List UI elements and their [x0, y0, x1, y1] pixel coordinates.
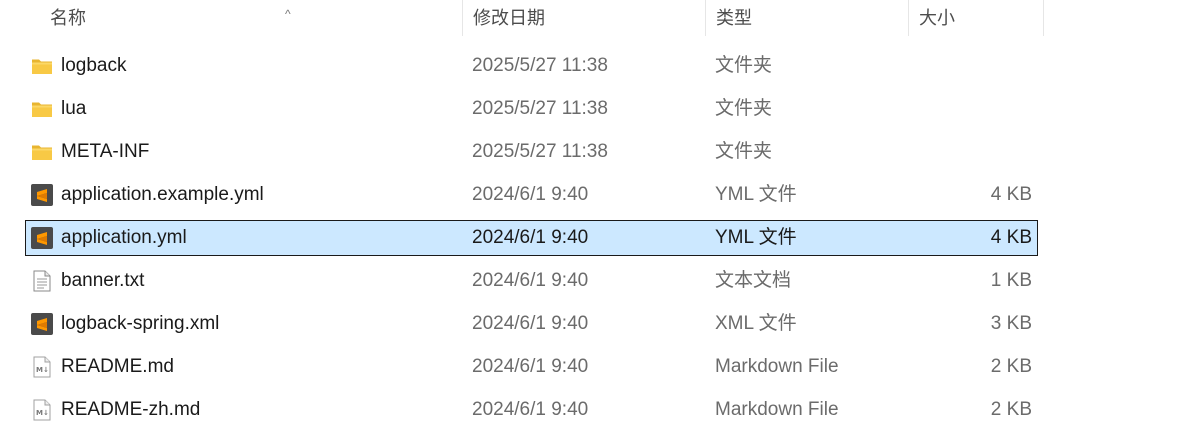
column-header-size[interactable]: 大小 — [909, 0, 1044, 36]
svg-text:M↓: M↓ — [36, 409, 49, 417]
markdown-file-icon: M↓ — [31, 356, 53, 378]
file-date: 2025/5/27 11:38 — [472, 141, 608, 162]
file-row[interactable]: lua 2025/5/27 11:38 文件夹 — [25, 91, 1038, 127]
file-row[interactable]: META-INF 2025/5/27 11:38 文件夹 — [25, 134, 1038, 170]
column-header-date-label: 修改日期 — [473, 8, 545, 28]
file-name: README.md — [61, 356, 174, 377]
file-type: Markdown File — [715, 356, 839, 377]
text-file-icon — [31, 270, 53, 292]
file-name: application.example.yml — [61, 184, 264, 205]
file-size: 2 KB — [990, 356, 1032, 377]
file-explorer: 名称 ^ 修改日期 类型 大小 logback 2025/5/27 11:38 文件… — [0, 0, 1191, 447]
column-header-type[interactable]: 类型 — [706, 0, 909, 36]
file-type: 文本文档 — [715, 270, 792, 291]
file-date: 2025/5/27 11:38 — [472, 55, 608, 76]
file-type: Markdown File — [715, 399, 839, 420]
column-header-date[interactable]: 修改日期 — [463, 0, 706, 36]
file-type: YML 文件 — [715, 184, 797, 205]
file-row[interactable]: M↓ README-zh.md 2024/6/1 9:40 Markdown File… — [25, 392, 1038, 428]
file-size: 3 KB — [990, 313, 1032, 334]
column-header-name-label: 名称 — [50, 8, 86, 28]
file-size: 1 KB — [990, 270, 1032, 291]
file-name: lua — [61, 98, 87, 119]
file-size: 4 KB — [990, 227, 1032, 248]
file-date: 2024/6/1 9:40 — [472, 399, 589, 420]
file-row[interactable]: application.yml 2024/6/1 9:40 YML 文件 4 KB — [25, 220, 1038, 256]
file-date: 2024/6/1 9:40 — [472, 356, 589, 377]
column-header: 名称 ^ 修改日期 类型 大小 — [0, 0, 1044, 36]
file-row[interactable]: M↓ README.md 2024/6/1 9:40 Markdown File 2 K… — [25, 349, 1038, 385]
file-date: 2024/6/1 9:40 — [472, 227, 589, 248]
file-name: logback — [61, 55, 127, 76]
sublime-file-icon — [31, 227, 53, 249]
file-type: 文件夹 — [715, 141, 773, 162]
markdown-file-icon: M↓ — [31, 399, 53, 421]
column-header-type-label: 类型 — [716, 8, 752, 28]
file-date: 2024/6/1 9:40 — [472, 270, 589, 291]
svg-text:M↓: M↓ — [36, 366, 49, 374]
file-row[interactable]: logback-spring.xml 2024/6/1 9:40 XML 文件 3 K… — [25, 306, 1038, 342]
sublime-file-icon — [31, 313, 53, 335]
file-name: logback-spring.xml — [61, 313, 220, 334]
file-row[interactable]: logback 2025/5/27 11:38 文件夹 — [25, 48, 1038, 84]
file-type: XML 文件 — [715, 313, 797, 334]
sort-caret-icon: ^ — [285, 7, 291, 21]
file-name: application.yml — [61, 227, 187, 248]
file-date: 2024/6/1 9:40 — [472, 184, 589, 205]
file-type: 文件夹 — [715, 98, 773, 119]
file-size: 4 KB — [990, 184, 1032, 205]
folder-icon — [31, 98, 53, 120]
sublime-file-icon — [31, 184, 53, 206]
file-name: README-zh.md — [61, 399, 201, 420]
file-date: 2024/6/1 9:40 — [472, 313, 589, 334]
column-header-name[interactable]: 名称 ^ — [40, 0, 463, 36]
file-row[interactable]: application.example.yml 2024/6/1 9:40 YML … — [25, 177, 1038, 213]
folder-icon — [31, 55, 53, 77]
column-header-size-label: 大小 — [919, 8, 955, 28]
file-date: 2025/5/27 11:38 — [472, 98, 608, 119]
file-size: 2 KB — [990, 399, 1032, 420]
folder-icon — [31, 141, 53, 163]
file-name: banner.txt — [61, 270, 145, 291]
file-type: YML 文件 — [715, 227, 797, 248]
file-row[interactable]: banner.txt 2024/6/1 9:40 文本文档 1 KB — [25, 263, 1038, 299]
file-type: 文件夹 — [715, 55, 773, 76]
file-name: META-INF — [61, 141, 150, 162]
